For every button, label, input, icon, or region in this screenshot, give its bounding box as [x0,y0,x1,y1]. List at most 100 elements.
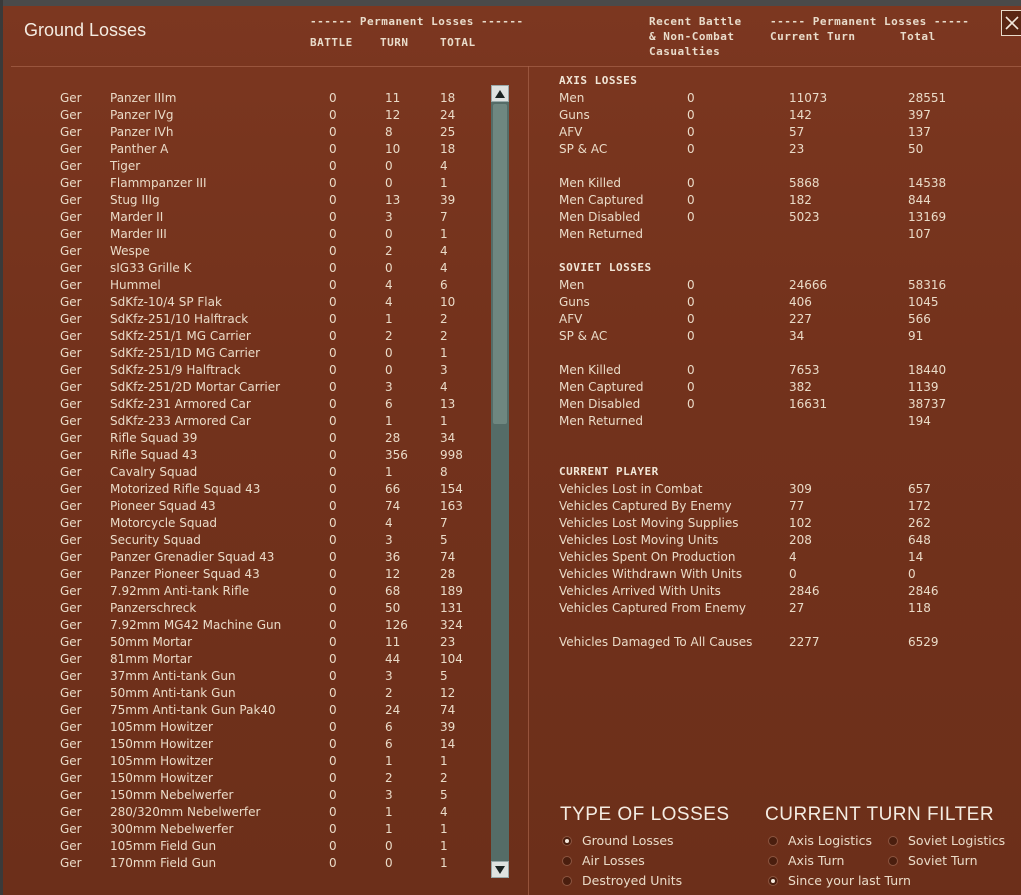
unit-row[interactable]: Ger 7.92mm MG42 Machine Gun 0 126 324 [3,617,493,634]
stat-total: 0 [908,567,916,581]
stat-label: Vehicles Captured From Enemy [559,601,747,615]
type-option[interactable]: Destroyed Units [562,872,682,890]
unit-row[interactable]: Ger 105mm Field Gun 0 0 1 [3,838,493,855]
stat-label: Guns [559,295,590,309]
unit-battle-losses: 0 [329,822,337,836]
stat-recent: 0 [687,108,695,122]
unit-row[interactable]: Ger 150mm Howitzer 0 2 2 [3,770,493,787]
unit-row[interactable]: Ger Wespe 0 2 4 [3,243,493,260]
permanent-losses-header-right: ----- Permanent Losses ----- [770,15,970,28]
unit-nation: Ger [60,346,82,360]
recent-battle-header: Recent Battle [649,15,742,28]
unit-nation: Ger [60,720,82,734]
radio-button[interactable] [562,836,572,846]
unit-row[interactable]: Ger 75mm Anti-tank Gun Pak40 0 24 74 [3,702,493,719]
stat-current-turn: 2277 [789,635,820,649]
unit-turn-losses: 6 [385,720,393,734]
stat-current-turn: 34 [789,329,805,343]
radio-button[interactable] [768,876,778,886]
stat-current-turn: 23 [789,142,805,156]
unit-name: 81mm Mortar [110,652,193,666]
unit-total-losses: 5 [440,669,448,683]
stat-total: 194 [908,414,931,428]
stat-current-turn: 182 [789,193,812,207]
radio-button[interactable] [768,836,778,846]
unit-turn-losses: 1 [385,465,393,479]
close-button[interactable] [1001,10,1021,36]
type-option[interactable]: Air Losses [562,852,645,870]
stat-recent: 0 [687,91,695,105]
unit-row[interactable]: Ger Tiger 0 0 4 [3,158,493,175]
stat-recent: 0 [687,380,695,394]
filter-option[interactable]: Axis Logistics [768,832,872,850]
unit-battle-losses: 0 [329,805,337,819]
filter-option[interactable]: Soviet Turn [888,852,978,870]
unit-row[interactable]: Ger SdKfz-251/1D MG Carrier 0 0 1 [3,345,493,362]
unit-nation: Ger [60,465,82,479]
stat-recent: 0 [687,295,695,309]
unit-nation: Ger [60,703,82,717]
permanent-losses-header-left: ------ Permanent Losses ------ [310,15,524,28]
unit-name: SdKfz-251/1D MG Carrier [110,346,261,360]
unit-turn-losses: 1 [385,822,393,836]
unit-total-losses: 1 [440,856,448,870]
radio-button[interactable] [888,836,898,846]
stat-row: Men Disabled 0 16631 38737 [3,396,1021,413]
radio-button[interactable] [888,856,898,866]
unit-name: 300mm Nebelwerfer [110,822,234,836]
close-icon [1005,16,1019,30]
type-option[interactable]: Ground Losses [562,832,674,850]
unit-turn-losses: 0 [385,261,393,275]
unit-turn-losses: 2 [385,244,393,258]
unit-row[interactable]: Ger 105mm Howitzer 0 1 1 [3,753,493,770]
unit-nation: Ger [60,431,82,445]
unit-nation: Ger [60,669,82,683]
unit-name: 150mm Howitzer [110,737,213,751]
stat-recent: 0 [687,125,695,139]
stat-current-turn: 16631 [789,397,828,411]
unit-total-losses: 104 [440,652,463,666]
unit-row[interactable]: Ger Rifle Squad 39 0 28 34 [3,430,493,447]
filter-option[interactable]: Since your last Turn [768,872,911,890]
unit-row[interactable]: Ger 300mm Nebelwerfer 0 1 1 [3,821,493,838]
unit-total-losses: 14 [440,737,456,751]
stat-recent: 0 [687,210,695,224]
stat-label: Men [559,278,585,292]
unit-row[interactable]: Ger Cavalry Squad 0 1 8 [3,464,493,481]
stat-label: Men Captured [559,380,644,394]
scroll-down-button[interactable] [491,861,509,878]
stat-label: AFV [559,312,583,326]
radio-button[interactable] [768,856,778,866]
stat-row: Guns 0 142 397 [3,107,1021,124]
filter-option[interactable]: Axis Turn [768,852,844,870]
stat-row: Vehicles Damaged To All Causes 2277 6529 [3,634,1021,651]
radio-button[interactable] [562,876,572,886]
unit-name: Rifle Squad 39 [110,431,198,445]
unit-row[interactable]: Ger 170mm Field Gun 0 0 1 [3,855,493,872]
unit-total-losses: 1 [440,839,448,853]
unit-turn-losses: 1 [385,805,393,819]
stat-label: Vehicles Arrived With Units [559,584,721,598]
unit-battle-losses: 0 [329,839,337,853]
unit-turn-losses: 126 [385,618,408,632]
unit-row[interactable]: Ger 50mm Anti-tank Gun 0 2 12 [3,685,493,702]
unit-turn-losses: 44 [385,652,401,666]
radio-button[interactable] [562,856,572,866]
unit-nation: Ger [60,652,82,666]
unit-row[interactable]: Ger 150mm Nebelwerfer 0 3 5 [3,787,493,804]
unit-battle-losses: 0 [329,244,337,258]
unit-row[interactable]: Ger 37mm Anti-tank Gun 0 3 5 [3,668,493,685]
stat-total: 657 [908,482,931,496]
unit-row[interactable]: Ger sIG33 Grille K 0 0 4 [3,260,493,277]
stat-total: 648 [908,533,931,547]
unit-row[interactable]: Ger 280/320mm Nebelwerfer 0 1 4 [3,804,493,821]
stat-label: Vehicles Withdrawn With Units [559,567,743,581]
unit-total-losses: 1 [440,822,448,836]
unit-row[interactable]: Ger 150mm Howitzer 0 6 14 [3,736,493,753]
unit-row[interactable]: Ger 81mm Mortar 0 44 104 [3,651,493,668]
unit-row[interactable]: Ger Rifle Squad 43 0 356 998 [3,447,493,464]
stat-total: 107 [908,227,931,241]
filter-option[interactable]: Soviet Logistics [888,832,1005,850]
unit-battle-losses: 0 [329,465,337,479]
unit-row[interactable]: Ger 105mm Howitzer 0 6 39 [3,719,493,736]
